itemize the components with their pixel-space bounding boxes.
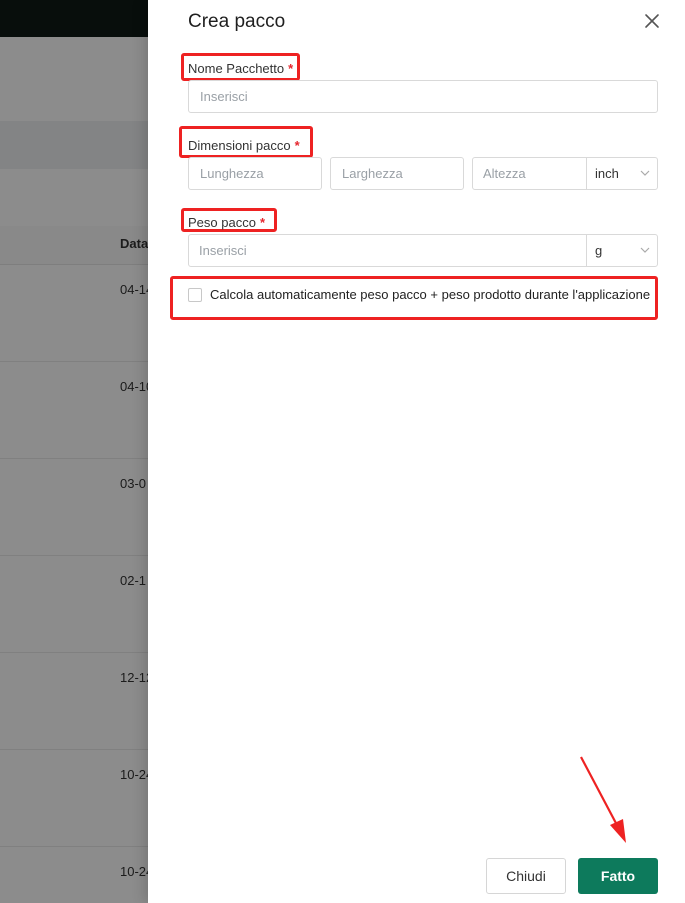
auto-calc-checkbox[interactable] <box>188 288 202 302</box>
package-name-label-text: Nome Pacchetto <box>188 61 285 76</box>
close-button[interactable]: Chiudi <box>486 858 566 894</box>
drawer-title: Crea pacco <box>188 11 286 32</box>
height-input-group: inch <box>472 157 658 190</box>
weight-unit-value: g <box>595 243 603 258</box>
package-weight-label-text: Peso pacco <box>188 215 256 230</box>
required-mark: * <box>259 215 265 230</box>
close-icon[interactable] <box>642 11 662 31</box>
package-dimensions-label: Dimensioni pacco * <box>188 138 300 153</box>
chevron-down-icon <box>640 247 650 253</box>
package-name-input[interactable] <box>188 80 658 113</box>
dimension-unit-select[interactable]: inch <box>586 157 658 190</box>
dimension-unit-value: inch <box>595 166 619 181</box>
package-weight-label: Peso pacco * <box>188 215 265 230</box>
package-dimensions-label-text: Dimensioni pacco <box>188 138 291 153</box>
weight-input[interactable] <box>188 234 586 267</box>
package-name-label: Nome Pacchetto * <box>188 61 293 76</box>
required-mark: * <box>288 61 294 76</box>
create-package-drawer: Crea pacco Nome Pacchetto* Dimensioni pa… <box>148 0 685 903</box>
length-input[interactable] <box>188 157 322 190</box>
height-input[interactable] <box>472 157 586 190</box>
done-button[interactable]: Fatto <box>578 858 658 894</box>
weight-input-group: g <box>188 234 658 267</box>
required-mark: * <box>294 138 300 153</box>
weight-unit-select[interactable]: g <box>586 234 658 267</box>
chevron-down-icon <box>640 170 650 176</box>
auto-calc-label[interactable]: Calcola automaticamente peso pacco + pes… <box>210 287 650 302</box>
width-input[interactable] <box>330 157 464 190</box>
